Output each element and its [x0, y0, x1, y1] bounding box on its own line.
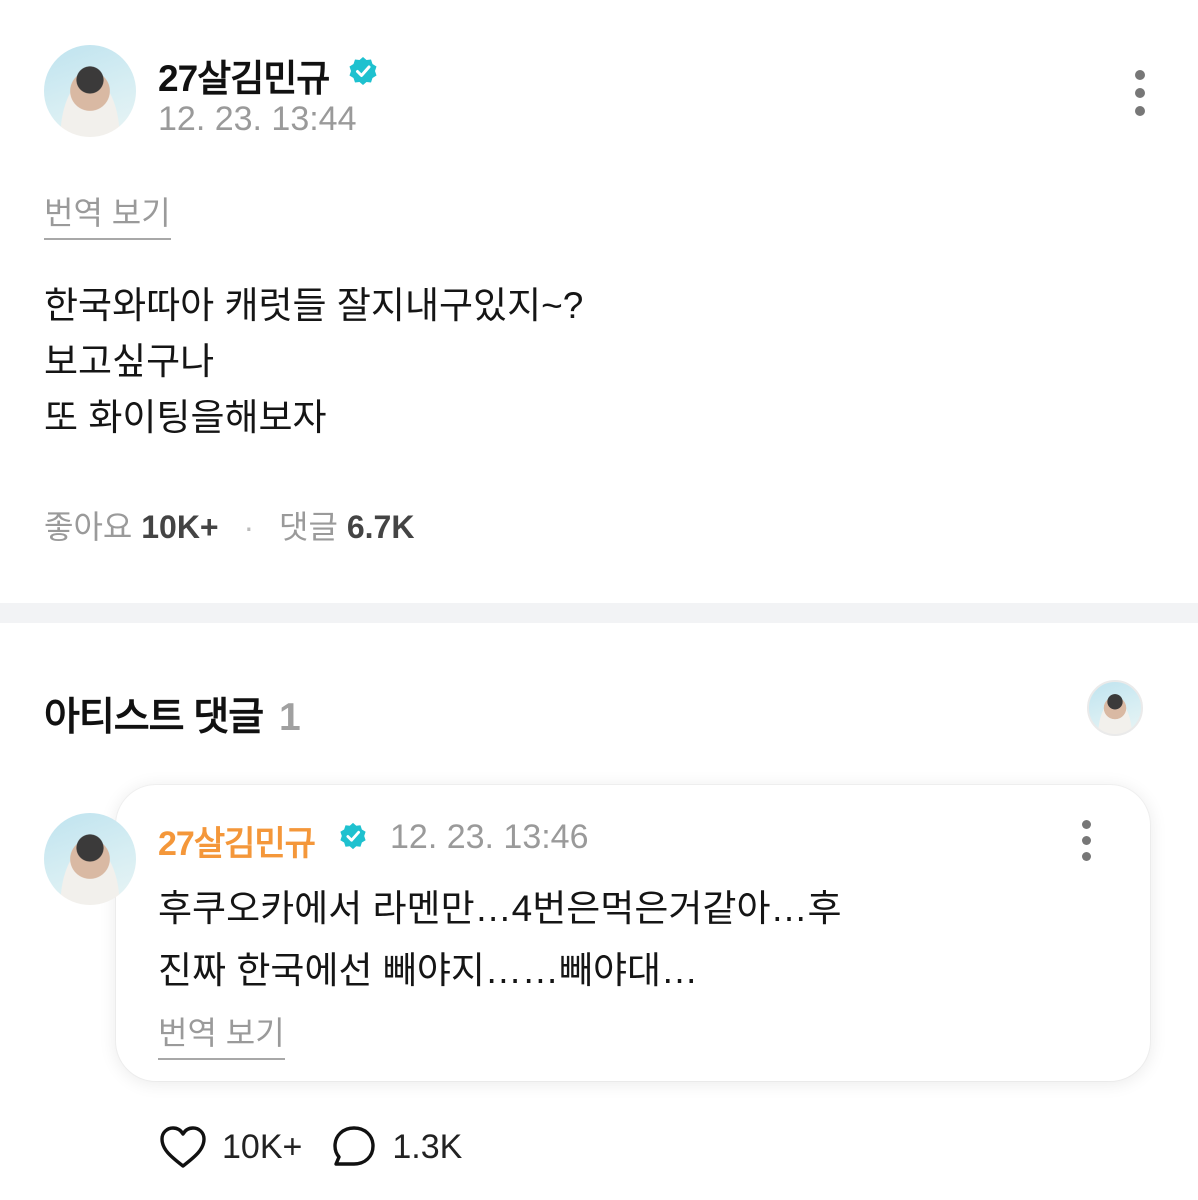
likes-label: 좋아요 [44, 509, 133, 545]
post-author-name[interactable]: 27살김민규 [158, 48, 330, 102]
heart-icon [160, 1126, 206, 1168]
comment-more-options-icon[interactable] [1080, 820, 1092, 868]
comments-count[interactable]: 6.7K [347, 509, 415, 545]
verified-badge-icon [340, 822, 366, 850]
comment-author-name[interactable]: 27살김민규 [158, 816, 316, 865]
post-body-line: 한국와따아 캐럿들 잘지내구있지~? [44, 285, 584, 326]
comment-bubble-icon [333, 1126, 376, 1166]
stats-separator: · [243, 509, 255, 545]
artist-comments-title: 아티스트 댓글 1 [44, 686, 301, 742]
likes-count[interactable]: 10K+ [141, 509, 218, 545]
comment-replies-count: 1.3K [392, 1127, 463, 1166]
post-stats: 좋아요 10K+ · 댓글 6.7K [44, 502, 414, 548]
section-divider [0, 603, 1198, 623]
comments-label: 댓글 [279, 509, 338, 545]
post-body-line: 보고싶구나 [44, 341, 215, 382]
comment-body-line: 후쿠오카에서 라멘만…4번은먹은거같아…후 [158, 888, 842, 929]
post-translate-link[interactable]: 번역 보기 [44, 188, 171, 240]
artist-comments-title-text: 아티스트 댓글 [44, 696, 264, 739]
post-body: 한국와따아 캐럿들 잘지내구있지~? 보고싶구나 또 화이팅을해보자 [44, 278, 583, 446]
comment-author-avatar[interactable] [44, 813, 136, 905]
comment-timestamp: 12. 23. 13:46 [390, 818, 589, 856]
comment-body: 후쿠오카에서 라멘만…4번은먹은거같아…후 진짜 한국에선 빼야지……빼야대… [158, 878, 842, 1002]
comment-body-line: 진짜 한국에선 빼야지……빼야대… [158, 950, 699, 991]
comment-reply-button[interactable]: 1.3K [330, 1123, 462, 1171]
artist-filter-avatar[interactable] [1087, 680, 1143, 736]
comment-like-button[interactable]: 10K+ [158, 1124, 302, 1170]
artist-comments-count: 1 [278, 696, 301, 739]
comment-translate-link[interactable]: 번역 보기 [158, 1008, 285, 1060]
post-timestamp: 12. 23. 13:44 [158, 100, 357, 138]
post-body-line: 또 화이팅을해보자 [44, 397, 327, 438]
post-more-options-icon[interactable] [1134, 70, 1146, 124]
comment-actions: 10K+ 1.3K [158, 1124, 490, 1170]
post-author-avatar[interactable] [44, 45, 136, 137]
comment-likes-count: 10K+ [222, 1127, 303, 1166]
verified-badge-icon [349, 57, 377, 85]
